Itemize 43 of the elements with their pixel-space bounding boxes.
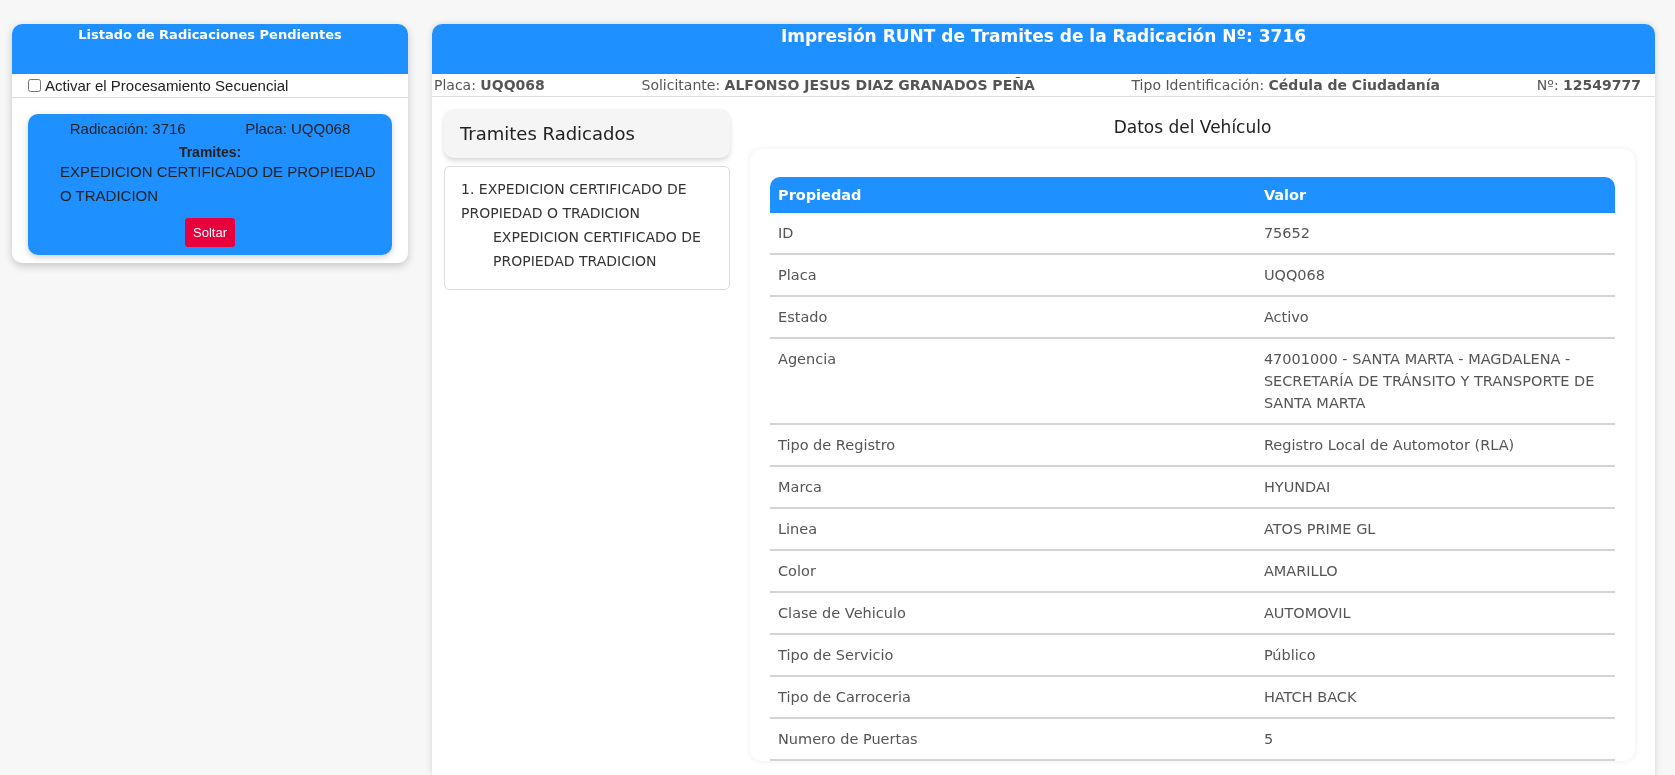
table-cell: ATOS PRIME GL	[1255, 508, 1615, 550]
tramite-name: 1. EXPEDICION CERTIFICADO DE PROPIEDAD O TRADICION	[461, 180, 688, 223]
table-cell: Tipo de Carroceria	[770, 676, 1256, 718]
table-cell: 5	[1255, 718, 1615, 760]
table-cell: Numero de Puertas	[770, 718, 1256, 760]
radicacion-number: Radicación: 3716	[69, 119, 186, 139]
summary-field: Placa: UQQ068	[434, 77, 545, 93]
table-cell: Estado	[770, 296, 1256, 338]
checkbox-label: Activar el Procesamiento Secuencial	[45, 77, 289, 94]
tramite-text: EXPEDICION CERTIFICADO DE PROPIEDAD O TRADICION	[59, 162, 377, 206]
table-cell: Activo	[1255, 296, 1615, 338]
panel-title: Listado de Radicaciones Pendientes	[12, 24, 408, 74]
summary-field: Nº: 12549777	[1536, 77, 1641, 93]
table-cell: Marca	[770, 466, 1256, 508]
table-cell: HATCH BACK	[1255, 676, 1615, 718]
table-cell: 47001000 - SANTA MARTA - MAGDALENA - SECRETARÍA DE TRÁNSITO Y TRANSPORTE DE SANTA MARTA	[1255, 338, 1615, 424]
summary-field: Tipo Identificación: Cédula de Ciudadanía	[1131, 77, 1441, 93]
table-cell: Agencia	[770, 338, 1256, 424]
column-header: Propiedad	[770, 177, 1256, 213]
tramite-detail: EXPEDICION CERTIFICADO DE PROPIEDAD TRADICION	[492, 228, 702, 271]
vehicle-title: Datos del Vehículo	[1112, 117, 1273, 137]
table-cell: Tipo de Registro	[770, 424, 1256, 466]
sequential-checkbox[interactable]	[28, 79, 41, 92]
table-cell: 75652	[1255, 213, 1615, 254]
table-cell: UQQ068	[1255, 254, 1615, 296]
table-cell: AMARILLO	[1255, 550, 1615, 592]
tramites-label: Tramites:	[177, 144, 243, 160]
tramites-title: Tramites Radicados	[444, 109, 730, 158]
table-cell: Linea	[770, 508, 1256, 550]
table-cell: HYUNDAI	[1255, 466, 1615, 508]
summary-field: Solicitante: ALFONSO JESUS DIAZ GRANADOS PEÑA	[641, 77, 1035, 93]
table-cell: AUTOMOVIL	[1255, 592, 1615, 634]
table-cell: Tipo de Servicio	[770, 634, 1256, 676]
table-cell: ID	[770, 213, 1256, 254]
table-cell: Color	[770, 550, 1256, 592]
table-cell: Público	[1255, 634, 1615, 676]
table-cell: Clase de Vehiculo	[770, 592, 1256, 634]
release-button[interactable]: Soltar	[185, 218, 235, 247]
table-cell: Placa	[770, 254, 1256, 296]
main-title: Impresión RUNT de Tramites de la Radicación Nº: 3716	[432, 24, 1655, 74]
plate-label: Placa: UQQ068	[245, 119, 351, 139]
table-cell: Registro Local de Automotor (RLA)	[1255, 424, 1615, 466]
column-header: Valor	[1255, 177, 1615, 213]
